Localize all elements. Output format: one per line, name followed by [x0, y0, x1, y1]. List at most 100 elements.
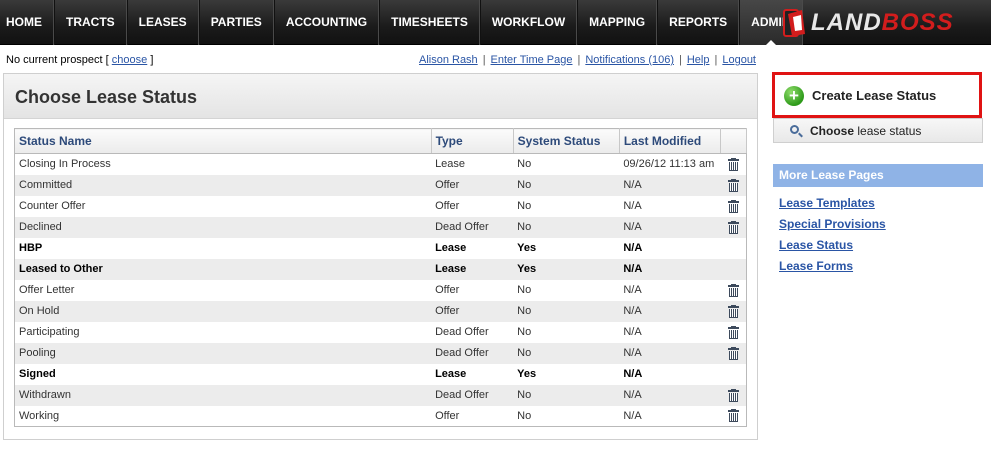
table-row[interactable]: Closing In Process Lease No 09/26/12 11:13 …	[15, 154, 747, 175]
cell-actions	[720, 364, 746, 385]
trash-icon[interactable]	[727, 409, 739, 423]
table-row[interactable]: On Hold Offer No N/A	[14, 300, 747, 322]
column-header-last-modified[interactable]: Last Modified	[619, 128, 721, 154]
create-lease-status-button[interactable]: + Create Lease Status	[772, 72, 982, 118]
cell-actions	[720, 154, 746, 175]
cell-modified: N/A	[619, 258, 721, 280]
trash-icon[interactable]	[727, 346, 739, 360]
user-link-enter-time-page[interactable]: Enter Time Page	[491, 54, 573, 66]
nav-item-workflow[interactable]: WORKFLOW	[479, 0, 578, 45]
choose-lease-status-button[interactable]: Choose lease status	[773, 118, 983, 143]
cell-name[interactable]: HBP	[15, 238, 432, 259]
table-row[interactable]: Declined Dead Offer No N/A	[14, 216, 747, 238]
cell-actions	[720, 216, 747, 238]
cell-modified: N/A	[623, 242, 643, 254]
cell-modified: N/A	[623, 368, 643, 380]
nav-item-accounting[interactable]: ACCOUNTING	[273, 0, 380, 45]
table-row[interactable]: Withdrawn Dead Offer No N/A	[14, 384, 747, 406]
cell-name[interactable]: Closing In Process	[15, 154, 432, 175]
prospect-prefix: No current prospect [	[6, 54, 109, 66]
current-prospect: No current prospect [ choose ]	[6, 54, 153, 66]
cell-actions	[720, 342, 747, 364]
trash-icon[interactable]	[727, 283, 739, 297]
cell-actions	[720, 238, 746, 259]
list-item: Lease Templates	[773, 193, 983, 214]
cell-actions	[720, 174, 747, 196]
table-row[interactable]: HBP Lease Yes N/A	[15, 238, 747, 259]
cell-name[interactable]: Offer Letter	[15, 280, 432, 301]
choose-prospect-link[interactable]: choose	[112, 54, 147, 66]
table-row[interactable]: Offer Letter Offer No N/A	[15, 280, 747, 301]
cell-name[interactable]: Declined	[14, 216, 432, 238]
logo-text-land: LAND	[811, 9, 882, 36]
cell-name[interactable]: Counter Offer	[15, 196, 432, 217]
cell-modified: N/A	[623, 284, 642, 296]
trash-icon[interactable]	[727, 220, 739, 234]
table-row[interactable]: Counter Offer Offer No N/A	[15, 196, 747, 217]
table-row[interactable]: Leased to Other Lease Yes N/A	[14, 258, 747, 280]
cell-modified: N/A	[623, 326, 642, 338]
list-item: Special Provisions	[773, 214, 983, 235]
landboss-logo[interactable]: LANDBOSS	[783, 6, 954, 40]
more-link-lease-templates[interactable]: Lease Templates	[779, 196, 875, 210]
cell-system: No	[513, 174, 620, 196]
cell-system: Yes	[517, 242, 537, 254]
table-row[interactable]: Committed Offer No N/A	[14, 174, 747, 196]
cell-name[interactable]: On Hold	[14, 300, 432, 322]
trash-icon[interactable]	[727, 388, 739, 402]
cell-system: Yes	[513, 258, 620, 280]
trash-icon[interactable]	[727, 304, 739, 318]
table-row[interactable]: Pooling Dead Offer No N/A	[14, 342, 747, 364]
cell-name[interactable]: Withdrawn	[14, 384, 432, 406]
user-link-help[interactable]: Help	[687, 54, 710, 66]
cell-name[interactable]: Signed	[15, 364, 432, 385]
nav-item-timesheets[interactable]: TIMESHEETS	[379, 0, 480, 45]
page-title: Choose Lease Status	[15, 87, 198, 107]
choose-lease-status-panel: Choose Lease Status Status Name Type Syste…	[3, 73, 758, 440]
nav-item-mapping[interactable]: MAPPING	[577, 0, 658, 45]
user-link-logout[interactable]: Logout	[722, 54, 756, 66]
more-lease-pages: More Lease Pages Lease Templates Special …	[773, 164, 983, 277]
more-link-lease-forms[interactable]: Lease Forms	[779, 259, 853, 273]
table-row[interactable]: Participating Dead Offer No N/A	[15, 322, 747, 343]
cell-system: No	[517, 326, 532, 338]
nav-item-tracts[interactable]: TRACTS	[54, 0, 127, 45]
cell-modified: N/A	[623, 200, 642, 212]
sub-header: No current prospect [ choose ] Alison Ra…	[0, 46, 765, 72]
lease-status-table: Status Name Type System Status Last Modifie…	[14, 128, 748, 427]
cell-modified: N/A	[619, 174, 721, 196]
more-link-special-provisions[interactable]: Special Provisions	[779, 217, 886, 231]
cell-system: Yes	[517, 368, 537, 380]
list-item: Lease Status	[773, 235, 983, 256]
nav-item-home[interactable]: HOME	[0, 0, 54, 45]
trash-icon[interactable]	[727, 199, 739, 213]
cell-actions	[720, 196, 746, 217]
more-link-lease-status[interactable]: Lease Status	[779, 238, 853, 252]
nav-item-leases[interactable]: LEASES	[126, 0, 199, 45]
user-link-notifications-106[interactable]: Notifications (106)	[585, 54, 674, 66]
trash-icon[interactable]	[727, 178, 739, 192]
trash-icon[interactable]	[727, 157, 739, 171]
add-icon: +	[784, 86, 804, 106]
cell-type: Dead Offer	[431, 216, 514, 238]
choose-bold-text: Choose	[810, 124, 855, 138]
cell-name[interactable]: Committed	[14, 174, 432, 196]
column-header-type[interactable]: Type	[431, 128, 514, 154]
cell-type: Offer	[435, 409, 460, 422]
cell-name[interactable]: Leased to Other	[14, 258, 432, 280]
table-row[interactable]: Working Offer No N/A	[15, 406, 747, 427]
table-row[interactable]: Signed Lease Yes N/A	[15, 364, 747, 385]
nav-item-parties[interactable]: PARTIES	[198, 0, 274, 45]
column-header-system-status[interactable]: System Status	[513, 128, 620, 154]
cell-name[interactable]: Working	[15, 406, 432, 427]
cell-actions	[720, 322, 746, 343]
choose-rest-text: lease status	[854, 124, 922, 138]
landboss-logo-icon	[783, 8, 807, 38]
user-link-alison-rash[interactable]: Alison Rash	[419, 54, 478, 66]
nav-item-reports[interactable]: REPORTS	[657, 0, 740, 45]
cell-name[interactable]: Participating	[15, 322, 432, 343]
top-navigation-bar: HOME TRACTS LEASES PARTIES ACCOUNTING TIMESHE…	[0, 0, 991, 45]
cell-name[interactable]: Pooling	[14, 342, 432, 364]
column-header-status-name[interactable]: Status Name	[14, 128, 432, 154]
trash-icon[interactable]	[727, 325, 739, 339]
